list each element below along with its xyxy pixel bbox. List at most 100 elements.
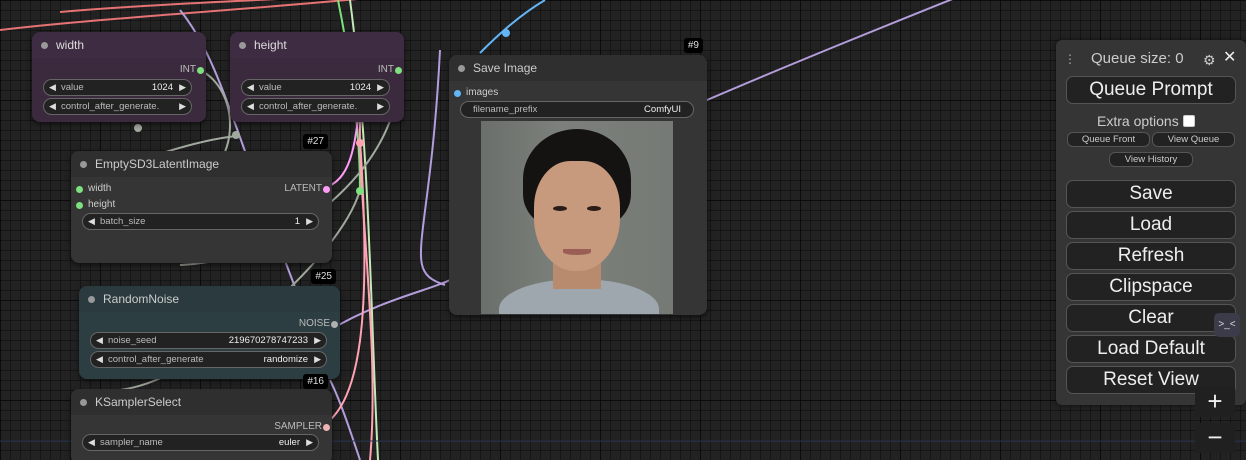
collapse-dot-icon[interactable]	[80, 161, 87, 168]
widget-label: batch_size	[100, 216, 146, 227]
increment-arrow-icon[interactable]: ▶	[377, 99, 384, 114]
input-pin-icon[interactable]	[76, 186, 83, 193]
output-pin-icon[interactable]	[331, 321, 338, 328]
node-empty-sd3-latent-image[interactable]: #27 EmptySD3LatentImage width height LAT…	[71, 134, 332, 263]
decrement-arrow-icon[interactable]: ◀	[49, 80, 56, 95]
node-title-text: RandomNoise	[103, 292, 180, 306]
output-slot-int[interactable]: INT	[179, 64, 204, 75]
widget-batch-size[interactable]: ◀ batch_size 1 ▶	[82, 213, 319, 230]
node-title-text: Save Image	[473, 61, 538, 75]
widget-filename-prefix[interactable]: filename_prefix ComfyUI	[460, 101, 694, 118]
decrement-arrow-icon[interactable]: ◀	[49, 99, 56, 114]
widget-label: filename_prefix	[473, 104, 538, 115]
widget-value-text: ComfyUI	[644, 104, 681, 115]
output-pin-icon[interactable]	[323, 424, 330, 431]
drag-handle-icon[interactable]: ⋮	[1064, 52, 1076, 66]
widget-label: control_after_generate.	[61, 101, 160, 112]
extra-options-label: Extra options	[1097, 113, 1179, 129]
zoom-out-button[interactable]: −	[1195, 423, 1235, 453]
decrement-arrow-icon[interactable]: ◀	[247, 80, 254, 95]
view-queue-button[interactable]: View Queue	[1152, 132, 1235, 147]
output-pin-icon[interactable]	[323, 186, 330, 193]
widget-value-text: 1024	[349, 82, 371, 93]
side-panel-tab[interactable]: >_<	[1214, 313, 1240, 337]
queue-prompt-button[interactable]: Queue Prompt	[1066, 76, 1236, 104]
close-icon[interactable]: ✕	[1223, 47, 1236, 67]
decrement-arrow-icon[interactable]: ◀	[88, 435, 95, 450]
input-pin-icon[interactable]	[76, 202, 83, 209]
output-pin-icon[interactable]	[197, 67, 204, 74]
decrement-arrow-icon[interactable]: ◀	[247, 99, 254, 114]
widget-label: value	[259, 82, 282, 93]
extra-options-checkbox[interactable]	[1182, 115, 1195, 127]
widget-control-after-generate[interactable]: ◀ control_after_generate. ▶	[43, 98, 192, 115]
increment-arrow-icon[interactable]: ▶	[306, 435, 313, 450]
portrait-mouth	[563, 249, 591, 255]
image-preview[interactable]	[481, 121, 673, 314]
collapse-dot-icon[interactable]	[41, 42, 48, 49]
widget-control-after-generate[interactable]: ◀ control_after_generate. ▶	[241, 98, 390, 115]
output-label: LATENT	[284, 183, 322, 194]
output-slot-noise[interactable]: NOISE	[299, 318, 338, 329]
refresh-button[interactable]: Refresh	[1066, 242, 1236, 270]
load-default-button[interactable]: Load Default	[1066, 335, 1236, 363]
node-save-image[interactable]: #9 Save Image images filename_prefix Com…	[449, 38, 707, 315]
node-random-noise[interactable]: #25 RandomNoise NOISE ◀ noise_seed 21967…	[79, 269, 340, 379]
input-label: images	[466, 87, 499, 98]
output-pin-icon[interactable]	[395, 67, 402, 74]
output-slot-sampler[interactable]: SAMPLER	[274, 421, 330, 432]
decrement-arrow-icon[interactable]: ◀	[96, 352, 103, 367]
widget-value[interactable]: ◀ value 1024 ▶	[43, 79, 192, 96]
widget-noise-seed[interactable]: ◀ noise_seed 219670278747233 ▶	[90, 332, 327, 349]
clipspace-button[interactable]: Clipspace	[1066, 273, 1236, 301]
input-slot-width[interactable]: width	[76, 183, 112, 194]
widget-value[interactable]: ◀ value 1024 ▶	[241, 79, 390, 96]
input-label: width	[88, 183, 112, 194]
increment-arrow-icon[interactable]: ▶	[306, 214, 313, 229]
input-slot-height[interactable]: height	[76, 199, 116, 210]
collapse-dot-icon[interactable]	[80, 399, 87, 406]
zoom-in-button[interactable]: +	[1195, 387, 1235, 417]
increment-arrow-icon[interactable]: ▶	[314, 333, 321, 348]
widget-value-text: euler	[278, 437, 300, 448]
widget-sampler-name[interactable]: ◀ sampler_name euler ▶	[82, 434, 319, 451]
node-title[interactable]: EmptySD3LatentImage	[71, 151, 332, 177]
output-label: SAMPLER	[274, 421, 322, 432]
output-slot-latent[interactable]: LATENT	[284, 183, 330, 194]
node-width[interactable]: width INT ◀ value 1024 ▶ ◀ control_after…	[32, 32, 206, 122]
save-button[interactable]: Save	[1066, 180, 1236, 208]
view-history-button[interactable]: View History	[1109, 152, 1193, 167]
decrement-arrow-icon[interactable]: ◀	[96, 333, 103, 348]
input-label: height	[88, 199, 116, 210]
increment-arrow-icon[interactable]: ▶	[179, 99, 186, 114]
gear-icon[interactable]: ⚙	[1203, 52, 1216, 69]
widget-control-after-generate[interactable]: ◀ control_after_generate randomize ▶	[90, 351, 327, 368]
node-title[interactable]: KSamplerSelect	[71, 389, 332, 415]
output-label: INT	[179, 64, 196, 75]
clear-button[interactable]: Clear	[1066, 304, 1236, 332]
collapse-dot-icon[interactable]	[88, 296, 95, 303]
load-button[interactable]: Load	[1066, 211, 1236, 239]
node-title[interactable]: Save Image	[449, 55, 707, 81]
node-title[interactable]: width	[32, 32, 206, 58]
input-pin-icon[interactable]	[454, 90, 461, 97]
increment-arrow-icon[interactable]: ▶	[179, 80, 186, 95]
output-slot-int[interactable]: INT	[378, 64, 402, 75]
widget-label: control_after_generate	[108, 354, 204, 365]
node-title[interactable]: RandomNoise	[79, 286, 340, 312]
decrement-arrow-icon[interactable]: ◀	[88, 214, 95, 229]
extra-options-toggle[interactable]: Extra options	[1097, 113, 1195, 129]
node-height[interactable]: height INT ◀ value 1024 ▶ ◀ control_afte…	[230, 32, 404, 122]
node-id-badge: #16	[303, 374, 328, 389]
increment-arrow-icon[interactable]: ▶	[314, 352, 321, 367]
queue-panel: ⋮ Queue size: 0 ⚙ ✕ Queue Prompt Extra o…	[1056, 40, 1246, 405]
widget-label: sampler_name	[100, 437, 163, 448]
increment-arrow-icon[interactable]: ▶	[377, 80, 384, 95]
node-title[interactable]: height	[230, 32, 404, 58]
node-ksampler-select[interactable]: #16 KSamplerSelect SAMPLER ◀ sampler_nam…	[71, 374, 332, 460]
collapse-dot-icon[interactable]	[239, 42, 246, 49]
input-slot-images[interactable]: images	[454, 87, 499, 98]
queue-front-button[interactable]: Queue Front	[1067, 132, 1150, 147]
collapse-dot-icon[interactable]	[458, 65, 465, 72]
widget-label: control_after_generate.	[259, 101, 358, 112]
